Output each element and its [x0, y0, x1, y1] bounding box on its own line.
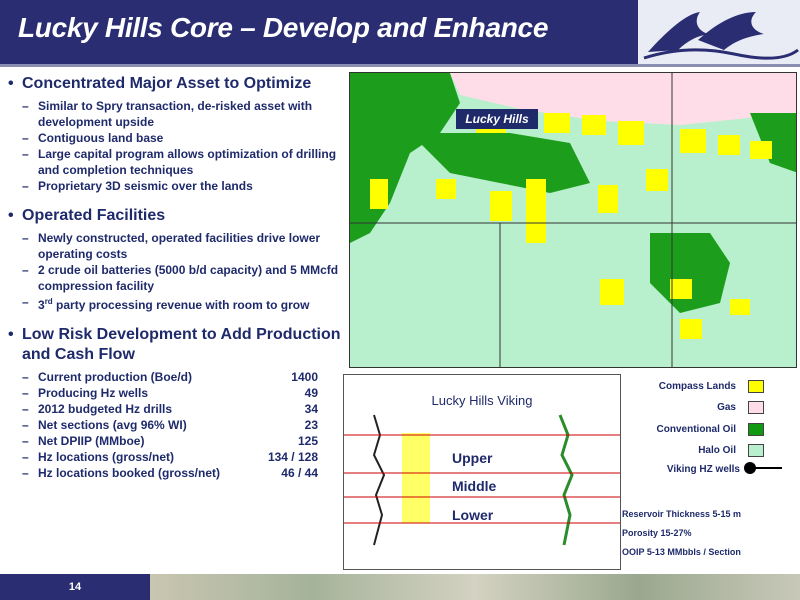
legend-compass-lands: Compass Lands — [658, 381, 736, 392]
stat-row: Current production (Boe/d) 1400 — [6, 369, 342, 385]
stat-ooip: OOIP 5-13 MMbbls / Section — [622, 547, 741, 557]
stat-label: Producing Hz wells — [38, 386, 149, 400]
stat-row: Producing Hz wells 49 — [6, 385, 342, 401]
map-graphic — [350, 73, 796, 367]
stat-label: Net DPIIP (MMboe) — [38, 434, 145, 448]
bullet-item: Large capital program allows optimizatio… — [6, 146, 342, 178]
wave-logo-icon — [643, 12, 799, 60]
stat-row: Hz locations booked (gross/net) 46 / 44 — [6, 465, 342, 481]
land-map — [349, 72, 797, 368]
bullet-item: 2 crude oil batteries (5000 b/d capacity… — [6, 262, 342, 294]
stat-reservoir-thickness: Reservoir Thickness 5-15 m — [622, 509, 742, 519]
stat-label: Hz locations booked (gross/net) — [38, 466, 221, 480]
superscript-prefix: 3 — [38, 298, 45, 312]
section-title: Operated Facilities — [6, 206, 342, 226]
stat-value: 125 — [297, 434, 318, 448]
bullet-item: Contiguous land base — [6, 130, 342, 146]
legend-gas: Gas — [717, 402, 736, 413]
zone-label-middle: Middle — [452, 478, 497, 494]
legend-swatch-halo — [748, 444, 764, 457]
page-title: Lucky Hills Core – Develop and Enhance — [18, 12, 549, 43]
stat-value: 1400 — [291, 370, 318, 384]
zone-label-upper: Upper — [452, 450, 493, 466]
stat-value: 34 — [304, 402, 318, 416]
stat-label: Hz locations (gross/net) — [38, 450, 175, 464]
stat-row: 2012 budgeted Hz drills 34 — [6, 401, 342, 417]
bullet-text: party processing revenue with room to gr… — [56, 298, 310, 312]
bullet-item: Newly constructed, operated facilities d… — [6, 230, 342, 262]
stat-value: 46 / 44 — [281, 466, 318, 480]
stat-label: Net sections (avg 96% WI) — [38, 418, 187, 432]
bullet-content: Concentrated Major Asset to Optimize Sim… — [6, 74, 342, 481]
stat-row: Hz locations (gross/net) 134 / 128 — [6, 449, 342, 465]
horizontal-well-icon — [744, 462, 782, 474]
bullet-item: 3rd party processing revenue with room t… — [6, 294, 342, 313]
legend-swatch-conventional — [748, 423, 764, 436]
stat-row: Net DPIIP (MMboe) 125 — [6, 433, 342, 449]
section-title: Concentrated Major Asset to Optimize — [6, 74, 342, 94]
page-number: 14 — [0, 574, 150, 600]
legend-viking-hz-wells: Viking HZ wells — [666, 464, 740, 475]
bullet-item: Proprietary 3D seismic over the lands — [6, 178, 342, 194]
map-location-label: Lucky Hills — [456, 109, 538, 129]
stat-porosity: Porosity 15-27% — [622, 528, 692, 538]
bullet-item: Similar to Spry transaction, de-risked a… — [6, 98, 342, 130]
log-title: Lucky Hills Viking — [431, 393, 533, 408]
stat-value: 134 / 128 — [267, 450, 318, 464]
stat-row: Net sections (avg 96% WI) 23 — [6, 417, 342, 433]
well-log-panel: Lucky Hills Viking — [343, 374, 621, 570]
stat-value: 23 — [304, 418, 318, 432]
stat-value: 49 — [304, 386, 318, 400]
legend-swatch-gas — [748, 401, 764, 414]
header-rule — [0, 64, 800, 67]
stat-label: Current production (Boe/d) — [38, 370, 192, 384]
company-logo — [638, 0, 800, 64]
legend-swatch-compass — [748, 380, 764, 393]
superscript: rd — [44, 297, 53, 306]
zone-label-lower: Lower — [452, 507, 494, 523]
section-title: Low Risk Development to Add Production a… — [6, 325, 342, 365]
stat-label: 2012 budgeted Hz drills — [38, 402, 173, 416]
legend-conventional-oil: Conventional Oil — [656, 424, 736, 435]
footer-image — [150, 574, 800, 600]
legend-halo-oil: Halo Oil — [698, 445, 736, 456]
